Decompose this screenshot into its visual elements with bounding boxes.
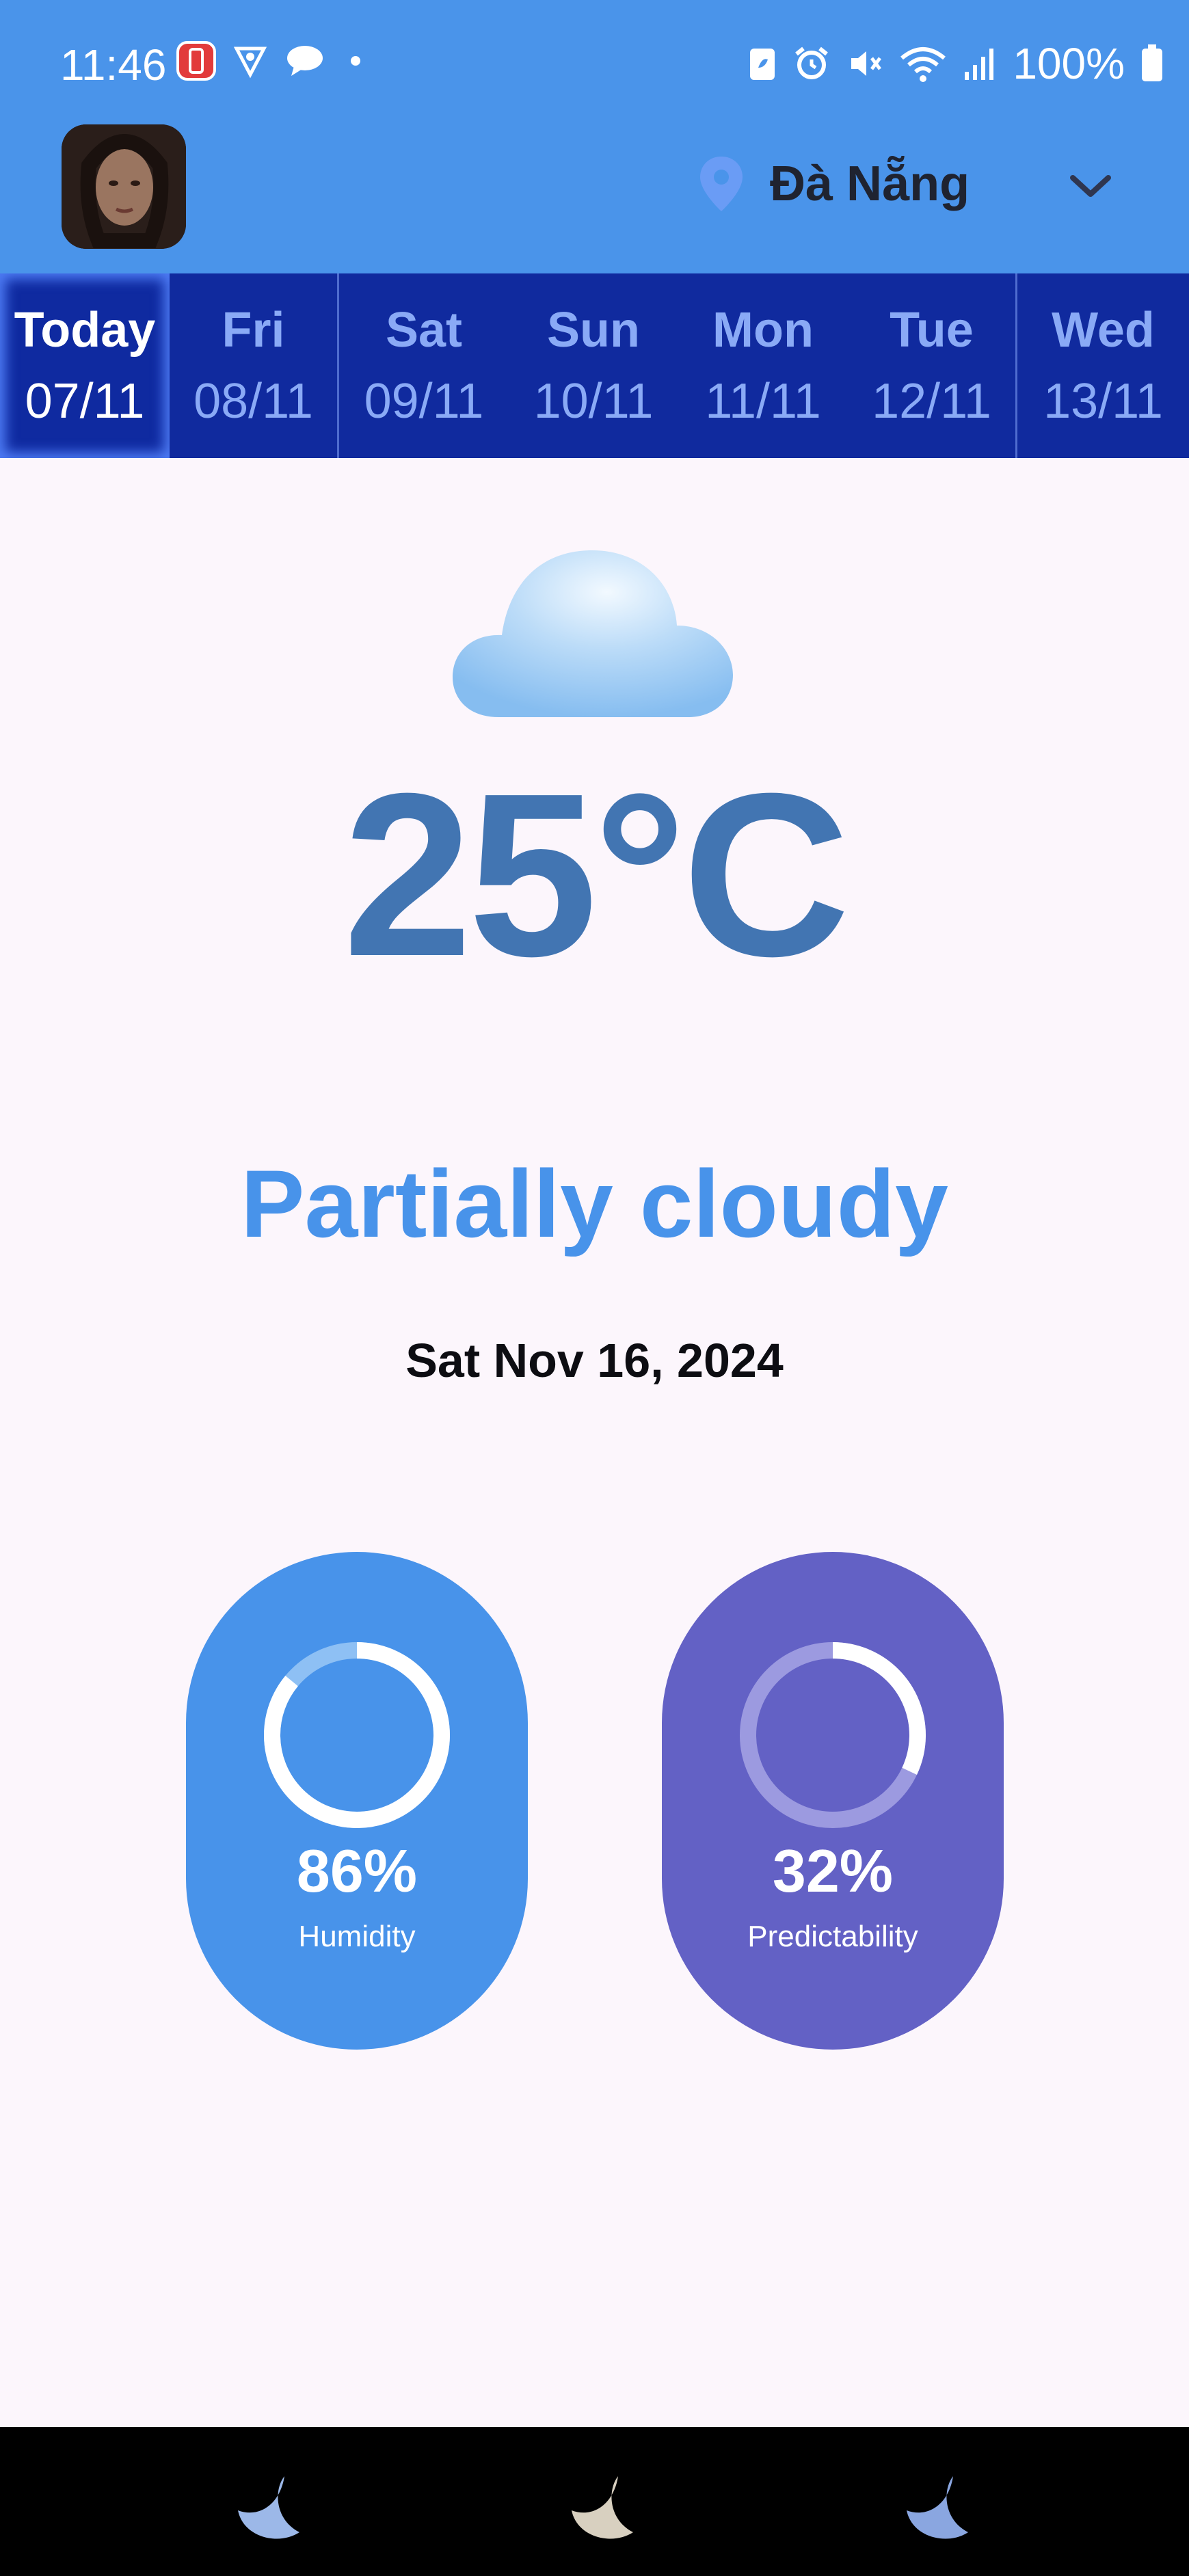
weather-condition: Partially cloudy — [241, 1150, 948, 1257]
humidity-label: Humidity — [298, 1920, 416, 1953]
tab-day-name: Mon — [712, 302, 814, 358]
navigation-bar — [0, 2427, 1189, 2576]
temperature: 25°C — [343, 745, 851, 1005]
wifi-icon — [900, 47, 946, 82]
location-pin-icon — [700, 157, 743, 211]
location-name: Đà Nẵng — [770, 157, 970, 211]
battery-percent: 100% — [1013, 39, 1125, 88]
humidity-value: 86% — [296, 1837, 418, 1905]
battery-icon — [1142, 44, 1162, 81]
cloud-icon — [453, 550, 733, 717]
alarm-icon — [795, 46, 829, 79]
tab-sat[interactable]: Sat 09/11 — [339, 273, 509, 458]
nav-recents-moon-icon[interactable] — [894, 2469, 976, 2545]
day-tabs: Today 07/11 Fri 08/11 Sat 09/11 Sun 10/1… — [0, 273, 1189, 458]
predictability-value: 32% — [772, 1837, 894, 1905]
mute-icon — [851, 51, 882, 76]
tab-date: 13/11 — [1043, 374, 1163, 429]
current-date: Sat Nov 16, 2024 — [405, 1334, 784, 1387]
signal-icon — [965, 49, 994, 80]
predictability-ring — [740, 1642, 926, 1828]
tab-day-name: Tue — [890, 302, 974, 358]
avatar-portrait-icon — [62, 124, 186, 249]
status-bar: 11:46 100% — [0, 0, 1189, 130]
system-icons: 100% — [747, 38, 1164, 89]
tab-mon[interactable]: Mon 11/11 — [678, 273, 848, 458]
tab-fri[interactable]: Fri 08/11 — [170, 273, 339, 458]
nav-home-moon-icon[interactable] — [559, 2469, 641, 2545]
humidity-card: 86% Humidity — [186, 1552, 528, 2050]
status-time: 11:46 — [60, 40, 167, 90]
tab-date: 10/11 — [533, 374, 654, 429]
location-dropdown[interactable] — [1063, 163, 1118, 211]
avatar[interactable] — [62, 124, 186, 249]
app-notification-icon — [176, 41, 216, 81]
predictability-card: 32% Predictability — [662, 1552, 1004, 2050]
chevron-down-icon — [1070, 175, 1111, 197]
tab-day-name: Wed — [1052, 302, 1155, 358]
chat-icon — [287, 46, 323, 76]
tab-day-name: Sat — [385, 302, 463, 358]
battery-saver-icon — [750, 49, 775, 80]
tab-sun[interactable]: Sun 10/11 — [509, 273, 678, 458]
tab-day-name: Today — [14, 302, 156, 358]
tab-today[interactable]: Today 07/11 — [0, 273, 170, 458]
tab-date: 08/11 — [193, 374, 313, 429]
tab-date: 12/11 — [872, 374, 991, 429]
tab-tue[interactable]: Tue 12/11 — [848, 273, 1017, 458]
tab-date: 07/11 — [25, 374, 145, 429]
dot-icon — [351, 56, 360, 66]
predictability-label: Predictability — [747, 1920, 918, 1953]
tab-day-name: Sun — [547, 302, 640, 358]
tab-wed[interactable]: Wed 13/11 — [1017, 273, 1189, 458]
location-selector[interactable]: Đà Nẵng — [697, 154, 970, 214]
shield-icon — [233, 46, 267, 79]
nav-back-moon-icon[interactable] — [226, 2469, 308, 2545]
humidity-ring — [264, 1642, 450, 1828]
notification-icons — [176, 41, 369, 81]
tab-date: 09/11 — [364, 374, 484, 429]
tab-day-name: Fri — [222, 302, 285, 358]
tab-date: 11/11 — [705, 374, 821, 429]
